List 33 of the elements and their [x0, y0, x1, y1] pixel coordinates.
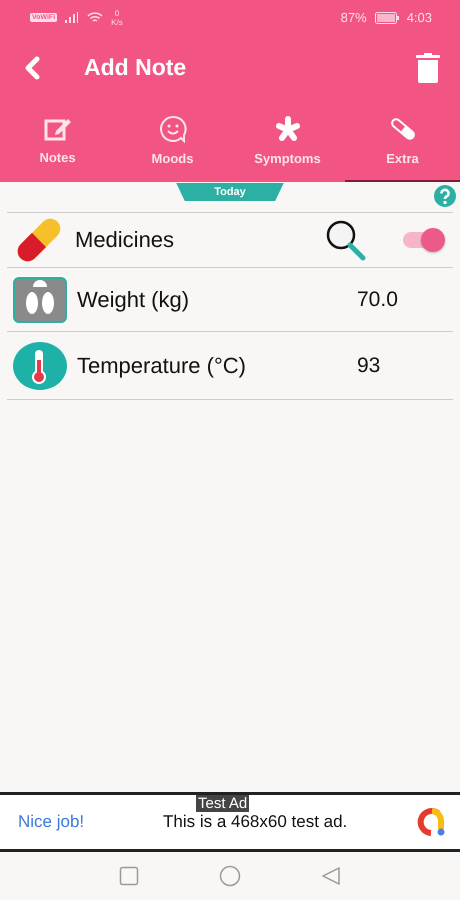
wifi-icon [87, 12, 104, 24]
row-value[interactable]: 93 [357, 354, 447, 378]
home-button-icon[interactable] [219, 865, 241, 887]
back-button-icon[interactable] [321, 866, 341, 886]
recents-button-icon[interactable] [119, 866, 139, 886]
tab[interactable]: Moods [115, 100, 230, 182]
ad-headline[interactable]: Nice job! [18, 812, 163, 832]
network-speed-value: 0 [114, 8, 120, 18]
help-icon[interactable] [434, 185, 456, 207]
back-icon[interactable] [24, 56, 40, 80]
row-value[interactable]: 70.0 [357, 288, 447, 312]
row-label: Medicines [75, 227, 176, 253]
search-icon[interactable] [325, 219, 367, 261]
battery-icon [374, 12, 399, 24]
thermometer-icon [13, 342, 67, 390]
network-speed-unit: K/s [111, 18, 123, 26]
tab[interactable]: Notes [0, 100, 115, 182]
screen-title: Add Note [84, 54, 188, 81]
tab[interactable]: Symptoms [230, 100, 345, 182]
asterisk-icon [274, 114, 302, 142]
ad-badge: Test Ad [196, 795, 250, 812]
status-time: 4:03 [406, 10, 432, 25]
date-ribbon: Today [176, 183, 284, 201]
scale-icon [13, 276, 67, 322]
battery-percent: 87% [340, 10, 367, 25]
ad-text: This is a 468x60 test ad. [163, 812, 348, 832]
row-label: Temperature (°C) [77, 352, 247, 378]
smiley-icon [158, 114, 186, 142]
tab[interactable]: Extra [345, 100, 460, 182]
trash-icon[interactable] [416, 52, 440, 82]
ad-logo-icon [416, 807, 446, 837]
row-label: Weight (kg) [77, 286, 190, 312]
signal-icon [65, 12, 80, 23]
